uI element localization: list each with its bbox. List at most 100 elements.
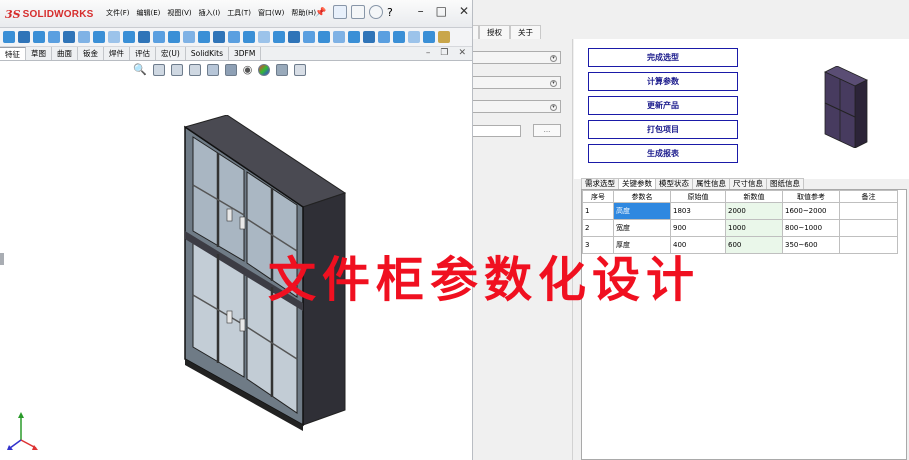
curves-icon[interactable] [243,31,255,43]
doc-restore-icon[interactable]: ❐ [440,48,448,58]
scale-icon[interactable] [348,31,360,43]
chevron-down-icon: ▾ [550,80,557,87]
menu-insert[interactable]: 插入(I) [199,8,221,18]
move-body-icon[interactable] [303,31,315,43]
menu-view[interactable]: 视图(V) [167,8,191,18]
option-dropdown-1[interactable]: ▾ [473,51,561,64]
tab-surfaces[interactable]: 曲面 [52,47,78,60]
minimize-button[interactable]: – [418,4,424,18]
display-style-icon[interactable] [224,63,237,76]
menu-help[interactable]: 帮助(H) [291,8,316,18]
user-icon[interactable] [369,5,383,19]
loft-icon[interactable] [48,31,60,43]
draft-icon[interactable] [153,31,165,43]
tab-sketch[interactable]: 草图 [26,47,52,60]
flex-icon[interactable] [408,31,420,43]
tab-license[interactable]: 授权 [479,25,510,39]
instant3d-icon[interactable] [258,31,270,43]
section-view-icon[interactable] [188,63,201,76]
browse-button[interactable]: ... [533,124,561,137]
finish-selection-button[interactable]: 完成选型 [588,48,738,67]
pack-project-button[interactable]: 打包项目 [588,120,738,139]
tab-weldments[interactable]: 焊件 [104,47,130,60]
calculate-parameters-button[interactable]: 计算参数 [588,72,738,91]
table-row[interactable]: 2 宽度 900 1000 800~1000 [582,219,898,237]
option-dropdown-3[interactable]: ▾ [473,100,561,113]
deform-icon[interactable] [378,31,390,43]
dome-icon[interactable] [333,31,345,43]
reference-range-cell: 1600~2000 [782,202,840,220]
solidworks-title-bar: 3S SOLIDWORKS 文件(F) 编辑(E) 视图(V) 插入(I) 工具… [0,0,472,28]
tab-evaluate[interactable]: 评估 [130,47,156,60]
tab-macro[interactable]: 宏(U) [156,47,186,60]
new-value-cell[interactable]: 600 [725,236,783,254]
axis-triad-icon [7,412,38,450]
tab-model-status[interactable]: 模型状态 [655,178,693,189]
fillet-icon[interactable] [108,31,120,43]
tab-sheet-metal[interactable]: 钣金 [78,47,104,60]
hide-show-icon[interactable]: ◉ [243,63,253,76]
tab-requirement-selection[interactable]: 需求选型 [581,178,619,189]
sweep-icon[interactable] [33,31,45,43]
previous-view-icon[interactable] [170,63,183,76]
shell-icon[interactable] [168,31,180,43]
wrap-icon[interactable] [183,31,195,43]
split-icon[interactable] [288,31,300,43]
new-document-icon[interactable] [351,5,365,19]
menu-window[interactable]: 窗口(W) [258,8,284,18]
tab-key-parameters[interactable]: 关键参数 [618,178,656,189]
panel-collapse-handle[interactable] [0,253,4,265]
zoom-to-fit-icon[interactable]: 🔍 [133,63,147,76]
table-row[interactable]: 1 高度 1803 2000 1600~2000 [582,202,898,220]
tab-3dfm[interactable]: 3DFM [229,47,262,60]
combine-icon[interactable] [273,31,285,43]
hole-icon[interactable] [93,31,105,43]
new-value-cell[interactable]: 2000 [725,202,783,220]
extrude-icon[interactable] [3,31,15,43]
close-button[interactable]: ✕ [459,4,469,18]
doc-minimize-icon[interactable]: – [426,48,431,58]
view-settings-icon[interactable] [294,63,307,76]
view-orientation-icon[interactable] [206,63,219,76]
home-icon[interactable] [333,5,347,19]
scene-icon[interactable] [276,63,289,76]
pattern-icon[interactable] [123,31,135,43]
maximize-button[interactable]: □ [436,4,447,18]
delete-face-icon[interactable] [423,31,435,43]
appearance-icon[interactable] [258,63,271,76]
parameter-name-cell[interactable]: 宽度 [613,219,671,237]
doc-close-icon[interactable]: ✕ [458,48,466,58]
toolbox-icon[interactable] [438,31,450,43]
pin-icon[interactable]: 📌 [315,8,326,18]
indent-icon[interactable] [393,31,405,43]
option-dropdown-2[interactable]: ▾ [473,76,561,89]
tab-features[interactable]: 特征 [0,47,26,60]
remark-cell[interactable] [839,236,898,254]
zoom-area-icon[interactable] [152,63,165,76]
mirror-icon[interactable] [213,31,225,43]
thicken-icon[interactable] [318,31,330,43]
tab-solidkits[interactable]: SolidKits [186,47,229,60]
menu-edit[interactable]: 编辑(E) [137,8,161,18]
cut-icon[interactable] [78,31,90,43]
help-icon[interactable]: ? [387,6,393,19]
generate-report-button[interactable]: 生成报表 [588,144,738,163]
revolve-icon[interactable] [18,31,30,43]
freeform-icon[interactable] [363,31,375,43]
new-value-cell[interactable]: 1000 [725,219,783,237]
remark-cell[interactable] [839,202,898,220]
tab-property-info[interactable]: 属性信息 [692,178,730,189]
menu-file[interactable]: 文件(F) [106,8,130,18]
parameter-name-cell[interactable]: 高度 [613,202,671,220]
intersect-icon[interactable] [198,31,210,43]
rib-icon[interactable] [138,31,150,43]
boundary-icon[interactable] [63,31,75,43]
tab-about[interactable]: 关于 [510,25,541,39]
update-product-button[interactable]: 更新产品 [588,96,738,115]
reference-geometry-icon[interactable] [228,31,240,43]
tab-dimension-info[interactable]: 尺寸信息 [729,178,767,189]
path-input[interactable] [473,125,521,137]
menu-tools[interactable]: 工具(T) [227,8,251,18]
tab-drawing-info[interactable]: 图纸信息 [766,178,804,189]
remark-cell[interactable] [839,219,898,237]
